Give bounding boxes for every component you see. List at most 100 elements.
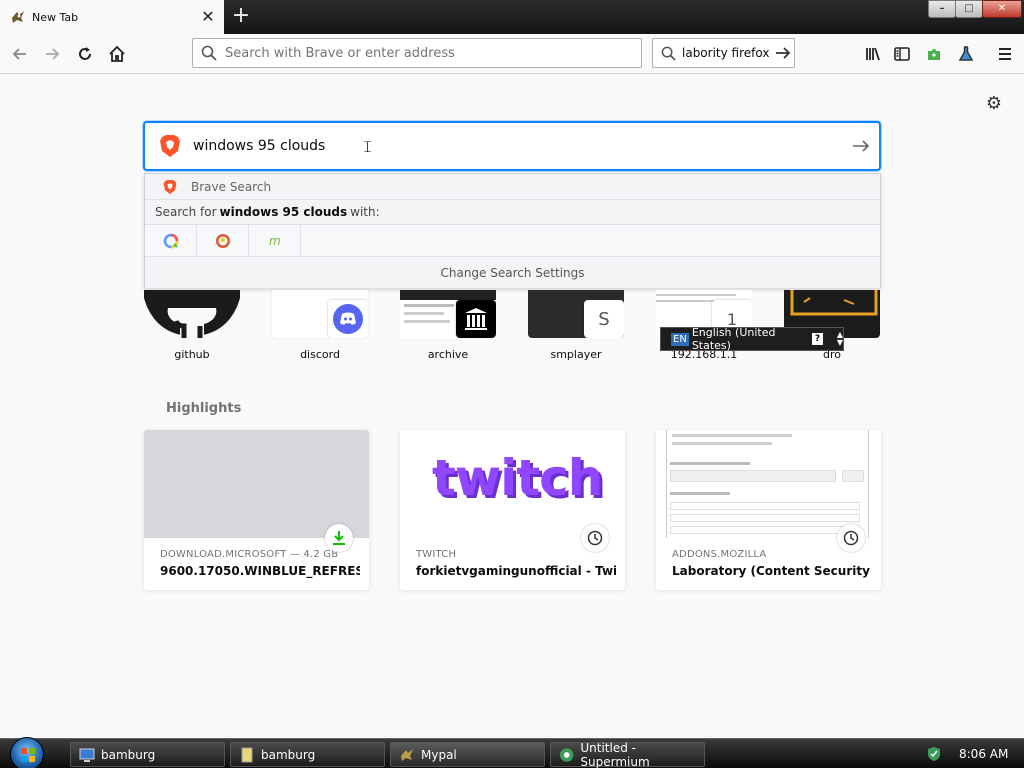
- library-button[interactable]: [859, 40, 887, 68]
- search-engine-name: Brave Search: [191, 179, 272, 194]
- download-icon: [325, 524, 353, 552]
- tab-title: New Tab: [32, 10, 79, 24]
- home-button[interactable]: [103, 40, 131, 68]
- url-bar[interactable]: Search with Brave or enter address: [192, 38, 642, 68]
- qwant-icon: [163, 233, 178, 248]
- close-tab-icon[interactable]: ✕: [198, 7, 218, 27]
- minimize-button[interactable]: –: [928, 0, 956, 18]
- windows-taskbar: bamburg bamburg Mypal Untitled - Supermi…: [0, 737, 1024, 768]
- brave-lion-icon: [163, 179, 177, 194]
- change-search-settings-button[interactable]: Change Search Settings: [145, 257, 880, 288]
- minimize-icon: –: [939, 3, 945, 14]
- taskbar-item-bamburg-2[interactable]: bamburg: [230, 742, 385, 767]
- taskbar-item-supermium[interactable]: Untitled - Supermium: [550, 740, 705, 768]
- highlight-title: 9600.17050.WINBLUE_REFRES...: [160, 564, 360, 578]
- taskbar-item-label: bamburg: [101, 747, 156, 762]
- sidebar-button[interactable]: [888, 40, 916, 68]
- search-for-query: windows 95 clouds: [219, 205, 348, 219]
- top-site-github[interactable]: github: [144, 290, 240, 361]
- smplayer-badge: S: [584, 300, 624, 338]
- top-site-archive[interactable]: archive: [400, 290, 496, 361]
- twitch-logo: twitch: [432, 449, 603, 507]
- search-icon: [201, 45, 217, 61]
- search-suggestions-dropdown: Brave Search Search for windows 95 cloud…: [144, 173, 881, 288]
- back-button[interactable]: [6, 40, 34, 68]
- taskbar-clock[interactable]: 8:06 AM: [959, 747, 1008, 761]
- reload-button[interactable]: [71, 40, 99, 68]
- brave-lion-icon: [160, 135, 180, 157]
- taskbar-item-label: Mypal: [421, 747, 457, 762]
- search-icon: [661, 46, 676, 61]
- top-site-label: discord: [300, 348, 340, 361]
- clock-icon: [837, 524, 865, 552]
- highlight-thumbnail: [656, 430, 881, 538]
- sidebar-icon: [894, 47, 910, 61]
- github-octocat-icon: [144, 290, 240, 338]
- search-submit-arrow-icon[interactable]: [843, 138, 879, 154]
- security-shield-icon[interactable]: [925, 745, 943, 763]
- mojeek-icon: m: [269, 234, 281, 248]
- navigation-toolbar: Search with Brave or enter address labor…: [0, 34, 1024, 74]
- language-name: English (United States): [691, 326, 776, 352]
- text-cursor-icon: 𝙸: [362, 137, 374, 156]
- language-bar-options-icon[interactable]: ▲ ▼: [837, 331, 843, 347]
- language-bar[interactable]: EN English (United States) ? ▲ ▼: [660, 326, 844, 352]
- close-icon: ✕: [997, 3, 1007, 14]
- taskbar-item-bamburg-1[interactable]: bamburg: [70, 742, 225, 767]
- top-site-label: archive: [427, 348, 469, 361]
- close-window-button[interactable]: ✕: [982, 0, 1022, 18]
- search-for-row: Search for windows 95 clouds with:: [145, 200, 880, 225]
- highlight-card-twitch[interactable]: twitch TWITCH forkietvgamingunofficial -…: [400, 430, 625, 590]
- hamburger-menu-icon: [999, 48, 1011, 60]
- taskbar-item-label: Untitled - Supermium: [580, 740, 650, 768]
- search-for-prefix: Search for: [155, 205, 217, 219]
- extension-button[interactable]: [920, 40, 948, 68]
- top-site-label: github: [174, 348, 210, 361]
- start-button[interactable]: [10, 737, 44, 768]
- gear-icon[interactable]: ⚙: [984, 94, 1004, 114]
- newtab-search-input[interactable]: windows 95 clouds 𝙸: [143, 121, 881, 171]
- newtab-search-value: windows 95 clouds: [193, 138, 326, 154]
- highlight-card-download[interactable]: DOWNLOAD.MICROSOFT — 4.2 GB 9600.17050.W…: [144, 430, 369, 590]
- svg-text:m: m: [269, 234, 281, 248]
- search-bar-value: labority firefox: [682, 46, 770, 60]
- mypal-favicon-icon: [10, 9, 26, 25]
- discord-icon: [333, 304, 363, 334]
- top-site-discord[interactable]: discord: [272, 290, 368, 361]
- engine-duckduckgo-button[interactable]: [197, 224, 249, 257]
- duckduckgo-icon: [215, 233, 230, 248]
- highlight-card-laboratory[interactable]: ADDONS.MOZILLA Laboratory (Content Secur…: [656, 430, 881, 590]
- new-tab-button[interactable]: +: [228, 4, 254, 30]
- search-go-arrow-icon[interactable]: [772, 45, 794, 61]
- search-bar[interactable]: labority firefox: [652, 38, 795, 68]
- system-tray: 8:06 AM: [925, 739, 1024, 768]
- library-icon: [866, 47, 880, 61]
- forward-button[interactable]: [38, 40, 66, 68]
- clock-icon: [581, 524, 609, 552]
- search-engine-header[interactable]: Brave Search: [145, 174, 880, 200]
- highlight-title: Laboratory (Content Security P...: [672, 564, 872, 578]
- laboratory-button[interactable]: [952, 40, 980, 68]
- tab-new-tab[interactable]: New Tab ✕: [0, 0, 224, 34]
- supermium-icon: [559, 747, 574, 762]
- taskbar-item-mypal[interactable]: Mypal: [390, 742, 545, 767]
- maximize-button[interactable]: □: [955, 0, 983, 18]
- engine-mojeek-button[interactable]: m: [249, 224, 301, 257]
- discord-badge: [328, 300, 368, 338]
- taskbar-item-label: bamburg: [261, 747, 316, 762]
- one-off-engines: m: [145, 224, 880, 257]
- highlight-thumbnail: [144, 430, 369, 538]
- smplayer-thumbnail: S: [528, 290, 624, 338]
- windows-logo-icon: [21, 748, 35, 762]
- highlight-title: forkietvgamingunofficial - Twitch: [416, 564, 616, 578]
- flask-icon: [958, 46, 974, 61]
- help-icon[interactable]: ?: [812, 333, 823, 345]
- top-site-smplayer[interactable]: S smplayer: [528, 290, 624, 361]
- archive-thumbnail: [400, 290, 496, 338]
- engine-qwant-button[interactable]: [145, 224, 197, 257]
- reload-icon: [79, 47, 91, 60]
- menu-button[interactable]: [991, 40, 1019, 68]
- highlights-heading: Highlights: [166, 401, 242, 416]
- top-site-label: smplayer: [550, 348, 602, 361]
- highlight-thumbnail: twitch: [400, 430, 625, 538]
